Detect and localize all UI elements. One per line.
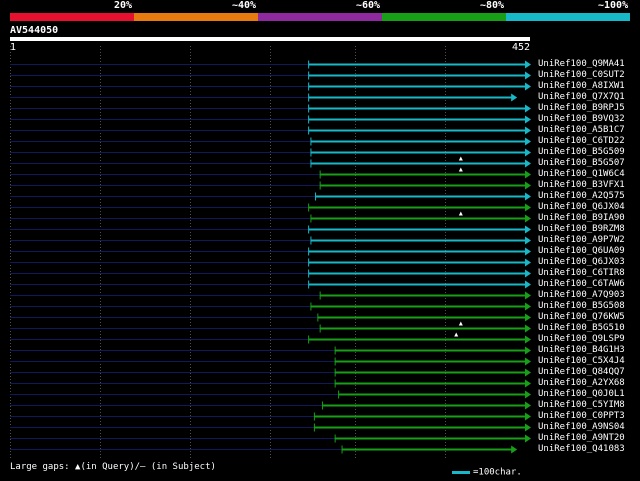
hit-arrowhead bbox=[525, 401, 531, 410]
hit-arrowhead bbox=[525, 104, 531, 113]
hit-arrowhead bbox=[511, 93, 518, 102]
hit-arrowhead bbox=[525, 60, 531, 69]
query-gap-marker bbox=[458, 156, 463, 161]
hit-arrowhead bbox=[525, 412, 531, 421]
scale-label: =100char. bbox=[473, 467, 522, 478]
hit-label[interactable]: UniRef100_Q0J0L1 bbox=[538, 389, 625, 399]
hit-label[interactable]: UniRef100_A2Q575 bbox=[538, 191, 625, 201]
hit-label[interactable]: UniRef100_Q1W6C4 bbox=[538, 169, 625, 179]
hit-label[interactable]: UniRef100_Q9LSP9 bbox=[538, 334, 625, 344]
hit-arrowhead bbox=[525, 302, 531, 311]
hit-arrowhead bbox=[525, 335, 531, 344]
hit-arrowhead bbox=[525, 357, 531, 366]
hit-arrowhead bbox=[525, 346, 531, 355]
hit-label[interactable]: UniRef100_B5G510 bbox=[538, 323, 625, 333]
hit-arrowhead bbox=[525, 203, 531, 212]
hit-label[interactable]: UniRef100_B5G509 bbox=[538, 147, 625, 157]
hit-arrowhead bbox=[525, 115, 531, 124]
hit-arrowhead bbox=[525, 192, 531, 201]
hit-label[interactable]: UniRef100_A9NS04 bbox=[538, 422, 625, 432]
hit-arrowhead bbox=[525, 434, 531, 443]
hit-label[interactable]: UniRef100_C5YIM8 bbox=[538, 400, 625, 410]
hit-label[interactable]: UniRef100_A5B1C7 bbox=[538, 125, 625, 135]
scale-legend: =100char. bbox=[452, 462, 522, 478]
hit-arrowhead bbox=[525, 313, 531, 322]
hit-arrowhead bbox=[525, 390, 531, 399]
hit-arrowhead bbox=[525, 225, 531, 234]
hit-label[interactable]: UniRef100_B5G508 bbox=[538, 301, 625, 311]
hit-arrowhead bbox=[525, 148, 531, 157]
hit-arrowhead bbox=[525, 324, 531, 333]
query-gap-marker bbox=[458, 167, 463, 172]
hit-arrowhead bbox=[525, 247, 531, 256]
query-gap-marker bbox=[458, 211, 463, 216]
hit-arrowhead bbox=[525, 214, 531, 223]
hit-arrowhead bbox=[525, 368, 531, 377]
hit-label[interactable]: UniRef100_B5G507 bbox=[538, 158, 625, 168]
hit-label[interactable]: UniRef100_A7Q903 bbox=[538, 290, 625, 300]
scale-swatch bbox=[452, 471, 470, 474]
hit-arrowhead bbox=[525, 236, 531, 245]
hit-arrowhead bbox=[525, 258, 531, 267]
hit-arrowhead bbox=[525, 170, 531, 179]
hit-label[interactable]: UniRef100_C0PPT3 bbox=[538, 411, 625, 421]
hit-label[interactable]: UniRef100_C6TAW6 bbox=[538, 279, 625, 289]
hit-label[interactable]: UniRef100_Q6JX03 bbox=[538, 257, 625, 267]
hit-label[interactable]: UniRef100_Q6UA09 bbox=[538, 246, 625, 256]
hit-arrowhead bbox=[525, 269, 531, 278]
hit-arrowhead bbox=[525, 280, 531, 289]
hit-arrowhead bbox=[525, 379, 531, 388]
hit-label[interactable]: UniRef100_A8IXW1 bbox=[538, 81, 625, 91]
hit-label[interactable]: UniRef100_C0SUT2 bbox=[538, 70, 625, 80]
hit-label[interactable]: UniRef100_B3VFX1 bbox=[538, 180, 625, 190]
hit-arrowhead bbox=[525, 82, 531, 91]
hit-label[interactable]: UniRef100_Q9MA41 bbox=[538, 59, 625, 69]
hit-arrowhead bbox=[511, 445, 518, 454]
hit-label[interactable]: UniRef100_Q41083 bbox=[538, 444, 625, 454]
hit-label[interactable]: UniRef100_Q84QQ7 bbox=[538, 367, 625, 377]
hit-label[interactable]: UniRef100_C5X4J4 bbox=[538, 356, 625, 366]
hit-label[interactable]: UniRef100_B4G1H3 bbox=[538, 345, 625, 355]
query-gap-marker bbox=[454, 332, 459, 337]
hit-label[interactable]: UniRef100_B9VQ32 bbox=[538, 114, 625, 124]
hit-arrowhead bbox=[525, 159, 531, 168]
hit-arrowhead bbox=[525, 126, 531, 135]
hit-label[interactable]: UniRef100_C6TD22 bbox=[538, 136, 625, 146]
hit-arrowhead bbox=[525, 181, 531, 190]
query-gap-marker bbox=[458, 321, 463, 326]
hit-label[interactable]: UniRef100_A9P7W2 bbox=[538, 235, 625, 245]
hit-label[interactable]: UniRef100_Q6JX04 bbox=[538, 202, 625, 212]
hit-label[interactable]: UniRef100_B9RZM8 bbox=[538, 224, 625, 234]
hit-label[interactable]: UniRef100_A2YX68 bbox=[538, 378, 625, 388]
hit-label[interactable]: UniRef100_B9IA90 bbox=[538, 213, 625, 223]
hit-label[interactable]: UniRef100_C6TIR8 bbox=[538, 268, 625, 278]
hit-arrowhead bbox=[525, 423, 531, 432]
hit-arrowhead bbox=[525, 137, 531, 146]
hit-label[interactable]: UniRef100_Q76KW5 bbox=[538, 312, 625, 322]
hit-label[interactable]: UniRef100_B9RPJ5 bbox=[538, 103, 625, 113]
hit-label[interactable]: UniRef100_A9NT20 bbox=[538, 433, 625, 443]
large-gaps-note: Large gaps: ▲(in Query)/– (in Subject) bbox=[10, 462, 216, 472]
hit-label[interactable]: UniRef100_Q7X7Q1 bbox=[538, 92, 625, 102]
hit-arrowhead bbox=[525, 71, 531, 80]
hit-arrowhead bbox=[525, 291, 531, 300]
